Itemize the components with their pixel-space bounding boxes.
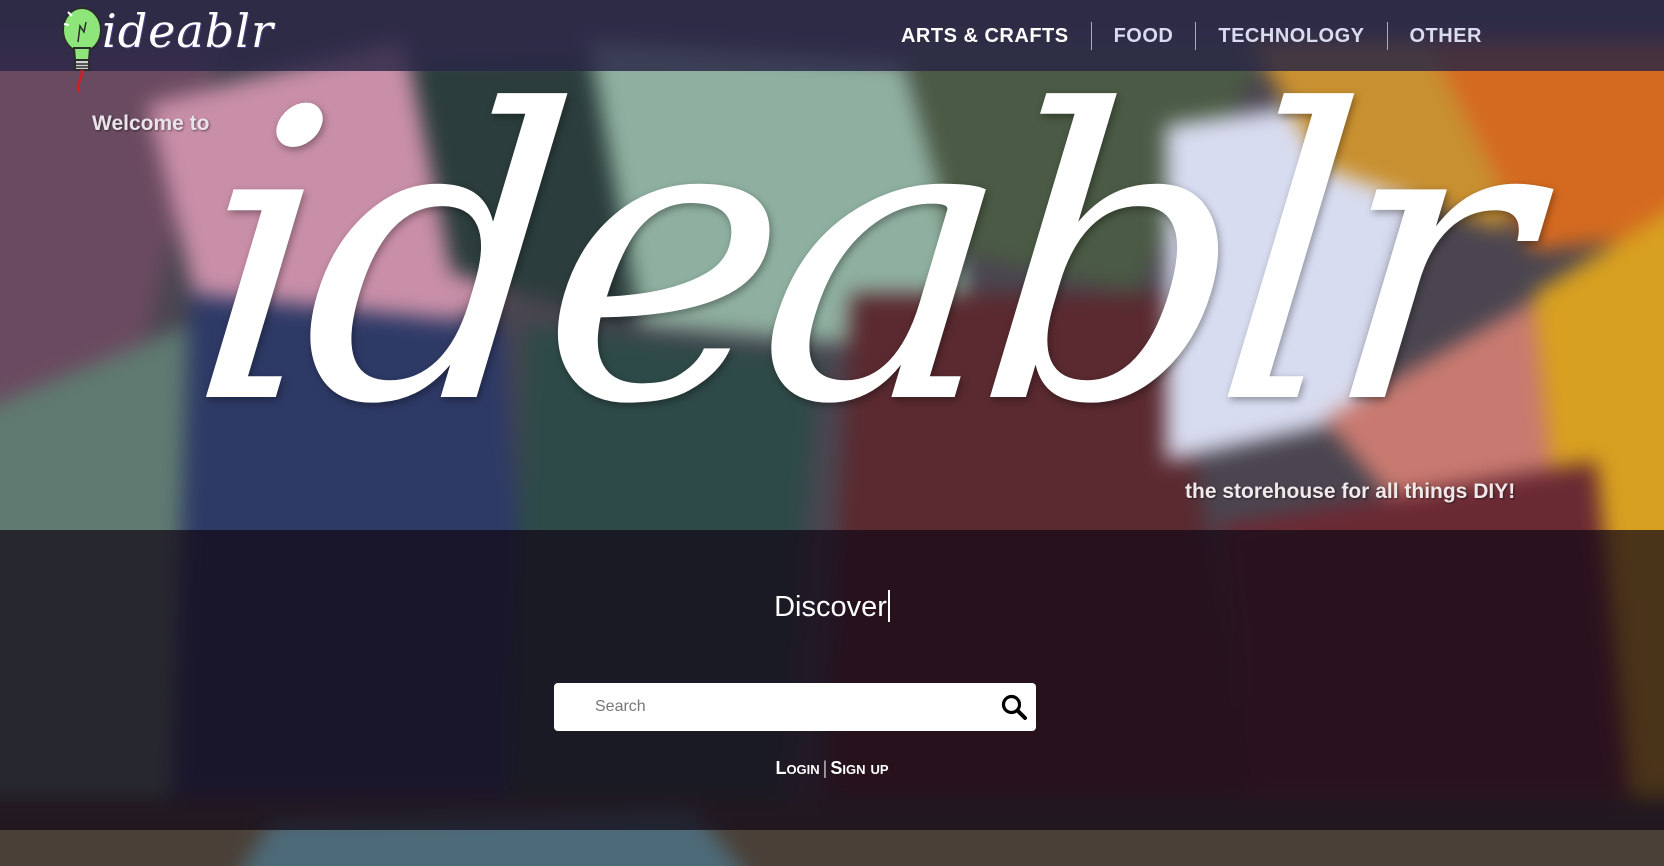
auth-links: Login | Sign up xyxy=(0,758,1664,779)
discover-heading: Discover xyxy=(0,590,1664,624)
login-link[interactable]: Login xyxy=(775,758,819,778)
search-section: Discover Login|Sign up xyxy=(0,530,1664,830)
hero-title: ideablr xyxy=(175,27,1533,492)
search-input[interactable] xyxy=(595,692,975,722)
hero-tagline: the storehouse for all things DIY! xyxy=(1185,480,1516,503)
page: ideablr Arts & Crafts Food Technology Ot… xyxy=(0,0,1664,866)
search-box xyxy=(554,683,1036,731)
lightbulb-icon xyxy=(62,7,102,93)
search-icon[interactable] xyxy=(1000,693,1028,721)
auth-separator: | xyxy=(822,758,828,778)
signup-link[interactable]: Sign up xyxy=(830,758,888,778)
text-caret xyxy=(887,590,890,622)
welcome-text: Welcome to xyxy=(92,112,210,135)
discover-text: Discover xyxy=(774,591,887,623)
